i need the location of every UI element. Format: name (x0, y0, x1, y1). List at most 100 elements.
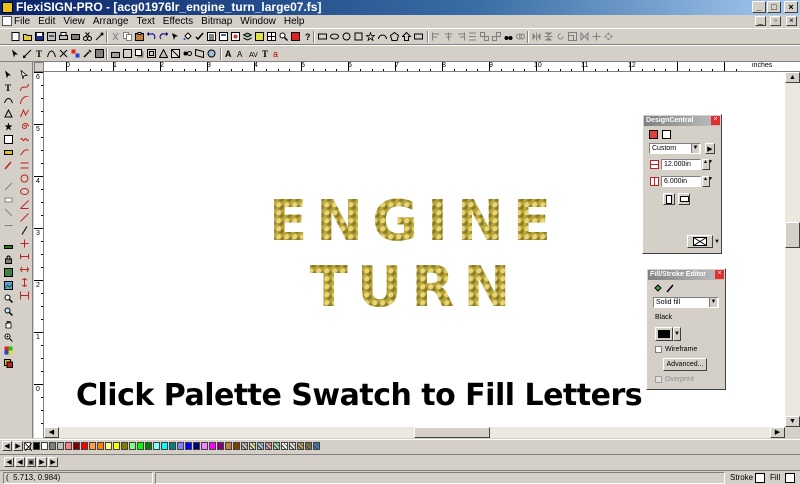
fill-type-dropdown[interactable]: Solid fill ▼ (653, 297, 719, 308)
hand-pan-icon[interactable] (4, 320, 13, 329)
palette-swatch[interactable] (129, 442, 136, 450)
menu-text[interactable]: Text (136, 15, 154, 28)
ring-tool-icon[interactable] (20, 174, 29, 183)
distribute-icon[interactable] (468, 32, 477, 41)
blend-icon[interactable] (183, 49, 192, 58)
advanced-button[interactable]: Advanced... (663, 358, 707, 371)
cutter-icon[interactable] (59, 49, 68, 58)
palette-swatch[interactable] (137, 442, 144, 450)
distort-icon[interactable] (195, 49, 204, 58)
fill-color-swatch-button[interactable] (655, 327, 673, 341)
bevel-icon[interactable] (171, 49, 180, 58)
design-central-title[interactable]: DesignCentral (644, 116, 720, 126)
palette-pattern-swatch[interactable] (281, 442, 288, 450)
vertical-scroll-thumb[interactable] (785, 222, 800, 248)
palette-pattern-swatch[interactable] (241, 442, 248, 450)
ellipse-shape-icon[interactable] (330, 32, 339, 41)
checkmark-icon[interactable] (195, 32, 204, 41)
font-icon[interactable]: A (225, 49, 234, 58)
wireframe-checkbox[interactable] (655, 346, 662, 353)
rotate-icon[interactable] (556, 32, 565, 41)
save-icon[interactable] (35, 32, 44, 41)
vertical-scrollbar[interactable]: ▲ ▼ (785, 72, 800, 427)
polygon-shape-icon[interactable] (390, 32, 399, 41)
flip-vertical-icon[interactable] (544, 32, 553, 41)
align-right-icon[interactable] (456, 32, 465, 41)
text-tool-icon[interactable]: T (4, 83, 13, 92)
binoculars-icon[interactable] (504, 32, 513, 41)
grid-icon[interactable] (267, 32, 276, 41)
bitmap-icon[interactable] (255, 32, 264, 41)
doc-minimize-button[interactable]: _ (755, 16, 766, 26)
scroll-down-button[interactable]: ▼ (785, 416, 800, 427)
palette-swatch[interactable] (225, 442, 232, 450)
palette-view-icon[interactable] (231, 32, 240, 41)
menu-bitmap[interactable]: Bitmap (201, 15, 232, 28)
scroll-up-button[interactable]: ▲ (785, 72, 800, 83)
palette-pattern-swatch[interactable] (273, 442, 280, 450)
palette-swatch[interactable] (169, 442, 176, 450)
palette-swatch[interactable] (209, 442, 216, 450)
palette-swatch[interactable] (145, 442, 152, 450)
scale-icon[interactable] (568, 32, 577, 41)
palette-swatch[interactable] (193, 442, 200, 450)
select-arrow-icon[interactable] (4, 70, 13, 79)
overprint-checkbox[interactable] (655, 376, 662, 383)
knife-tool-icon[interactable] (4, 182, 13, 191)
polyline-tool-icon[interactable] (20, 109, 29, 118)
width-spinner[interactable]: ▲▼ (702, 159, 713, 170)
select-icon[interactable] (171, 32, 180, 41)
last-page-button[interactable]: ▶ (48, 457, 58, 467)
move-icon[interactable] (604, 32, 613, 41)
star-tool-icon[interactable] (4, 122, 13, 131)
import-icon[interactable] (47, 32, 56, 41)
paint-icon[interactable] (111, 49, 120, 58)
palette-swatch[interactable] (49, 442, 56, 450)
apply-arrow-button[interactable]: ▶ (705, 143, 715, 154)
chevron-down-icon[interactable]: ▼ (714, 239, 720, 245)
square-shape-icon[interactable] (354, 32, 363, 41)
fill-bucket-icon[interactable] (183, 32, 192, 41)
palette-pattern-swatch[interactable] (249, 442, 256, 450)
snap-tool-icon[interactable] (20, 291, 29, 300)
node-edit-icon[interactable] (23, 49, 32, 58)
group-icon[interactable] (480, 32, 489, 41)
portrait-orientation-button[interactable] (663, 193, 675, 205)
next-page-button[interactable]: ▶ (37, 457, 47, 467)
horizontal-ruler[interactable]: 0 1 2 3 4 5 6 7 8 9 10 11 12 inches (44, 62, 800, 72)
list-icon[interactable] (207, 32, 216, 41)
doc-restore-button[interactable]: ▫ (770, 16, 781, 26)
copy-icon[interactable] (123, 32, 132, 41)
cut-tool-icon[interactable] (83, 32, 92, 41)
shape-tool-icon[interactable] (4, 109, 13, 118)
spiral-tool-icon[interactable] (20, 122, 29, 131)
paste-icon[interactable] (135, 32, 144, 41)
kern-icon[interactable]: AV (249, 49, 258, 58)
menu-effects[interactable]: Effects (163, 15, 193, 28)
undo-icon[interactable] (147, 32, 156, 41)
palette-pattern-swatch[interactable] (297, 442, 304, 450)
page-tab-icon[interactable] (662, 130, 671, 139)
maximize-button[interactable]: □ (767, 1, 781, 13)
design-central-close-button[interactable]: × (711, 116, 720, 125)
color-icon[interactable] (71, 49, 80, 58)
scroll-right-button[interactable]: ▶ (770, 427, 785, 438)
palette-swatch[interactable] (57, 442, 64, 450)
chevron-down-icon[interactable]: ▼ (673, 327, 681, 341)
eraser-tool-icon[interactable] (4, 195, 13, 204)
palette-swatch[interactable] (201, 442, 208, 450)
palette-swatch[interactable] (185, 442, 192, 450)
node-select-icon[interactable] (20, 70, 29, 79)
rectangle-shape-icon[interactable] (318, 32, 327, 41)
lock-tool-icon[interactable] (4, 255, 13, 264)
weld-icon[interactable] (516, 32, 525, 41)
minimize-button[interactable]: _ (752, 1, 766, 13)
redo-icon[interactable] (159, 32, 168, 41)
menu-file[interactable]: File (14, 15, 30, 28)
magnifier-icon[interactable] (4, 294, 13, 303)
trim-tool-icon[interactable] (4, 208, 13, 217)
prev-page-button[interactable]: ◀ (15, 457, 25, 467)
height-input[interactable]: 6.000in (661, 176, 701, 187)
shadow-icon[interactable] (135, 49, 144, 58)
palette-swatch[interactable] (113, 442, 120, 450)
